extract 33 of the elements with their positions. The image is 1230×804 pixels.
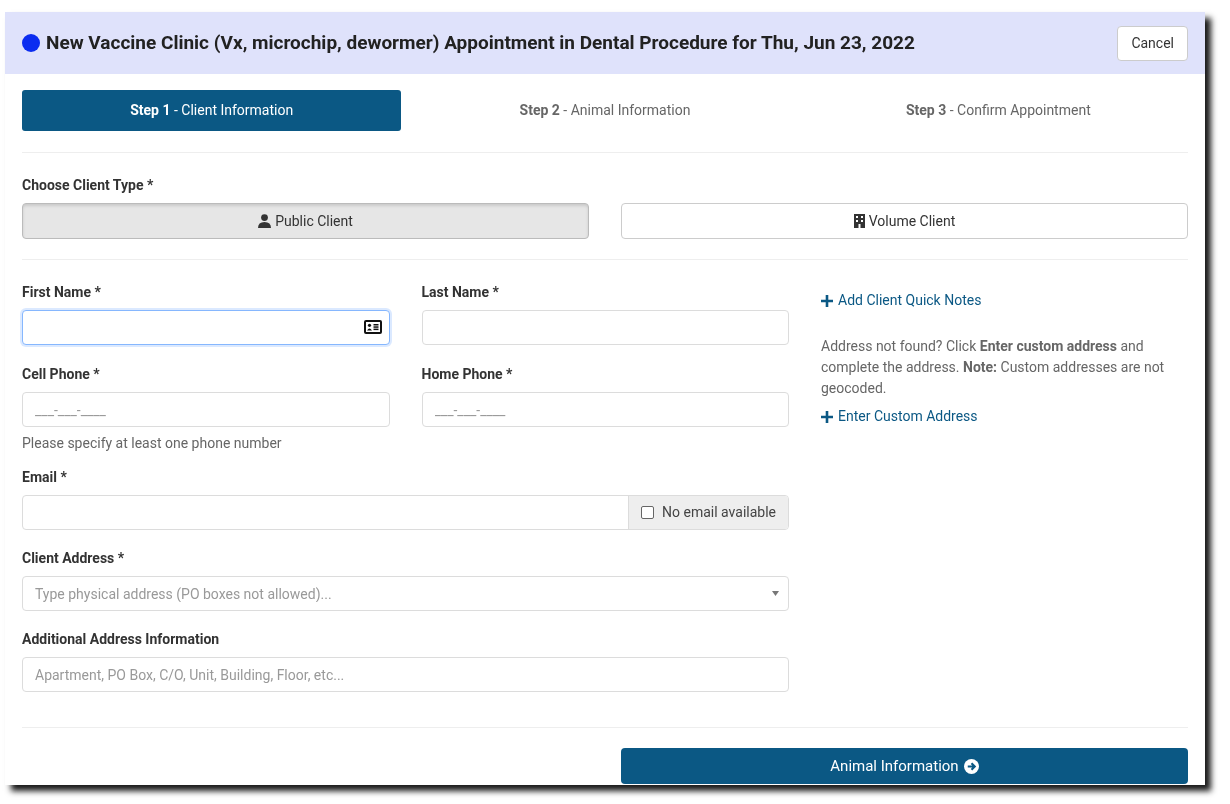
field-label: Cell Phone *: [22, 365, 101, 384]
address-help-text: Address not found? Click Enter custom address and complete the address. Note: Custom addresses are not geocoded.: [821, 337, 1166, 398]
checkbox[interactable]: [641, 506, 655, 519]
no-email-checkbox[interactable]: No email available: [628, 496, 788, 529]
address-select[interactable]: Type physical address (PO boxes not allowed)...: [22, 576, 789, 611]
field-label: Client Address *: [22, 549, 126, 568]
field-label: Home Phone *: [421, 365, 514, 384]
building-icon: [853, 214, 865, 228]
plus-icon: [821, 410, 833, 423]
dialog-title: New Vaccine Clinic (Vx, microchip, dewormer) Appointment in Dental Procedure for Thu, Jun 23, 2022: [46, 29, 916, 56]
client-type-button[interactable]: Public Client: [22, 203, 589, 239]
input-field[interactable]: [22, 310, 390, 345]
next-button[interactable]: Animal Information: [621, 748, 1188, 784]
person-icon: [258, 214, 272, 228]
enter-custom-address-link[interactable]: Enter Custom Address: [821, 406, 1188, 427]
field-label: First Name *: [22, 283, 102, 302]
input-field[interactable]: ___-___-____: [421, 392, 789, 427]
field-label: Additional Address Information: [22, 630, 221, 649]
cancel-button[interactable]: Cancel: [1117, 25, 1188, 61]
field-label: Choose Client Type *: [22, 176, 155, 195]
dropdown-caret-icon: [772, 591, 779, 596]
email-field[interactable]: No email available: [22, 495, 789, 530]
client-type-button[interactable]: Volume Client: [621, 203, 1188, 239]
arrow-circle-icon: [963, 758, 979, 774]
input-field[interactable]: ___-___-____: [22, 392, 390, 427]
input-field[interactable]: [421, 310, 789, 345]
input-field[interactable]: Apartment, PO Box, C/O, Unit, Building, Floor, etc...: [22, 657, 789, 692]
add-quick-notes-link[interactable]: Add Client Quick Notes: [821, 290, 1188, 311]
field-label: Email *: [22, 468, 68, 487]
step-tab[interactable]: Step 1 - Client Information: [22, 90, 402, 131]
field-label: Last Name *: [421, 283, 500, 302]
plus-icon: [821, 294, 833, 307]
phone-hint: Please specify at least one phone number: [22, 434, 283, 453]
